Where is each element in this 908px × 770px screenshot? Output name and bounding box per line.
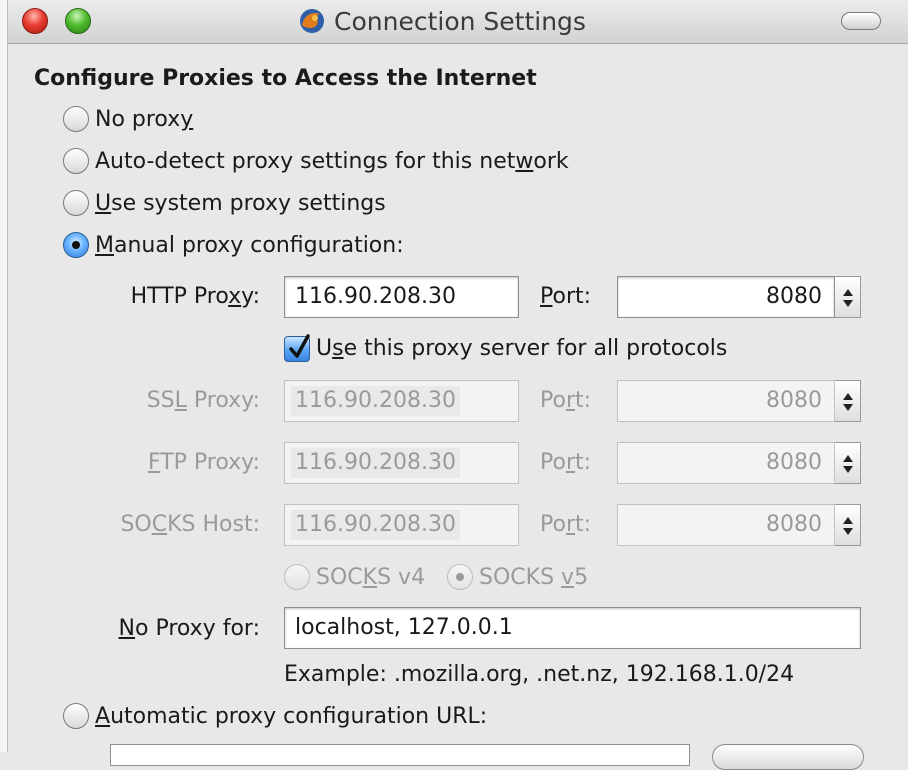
socks-port-stepper	[835, 504, 861, 546]
no-proxy-for-input[interactable]: localhost, 127.0.0.1	[284, 607, 861, 649]
ssl-port-stepper	[835, 380, 861, 422]
socks-port-input: 8080	[617, 504, 835, 546]
stepper-down-icon[interactable]	[843, 300, 853, 307]
ftp-port-label: Port:	[540, 450, 592, 475]
socks-host-label: SOCKS Host:	[120, 512, 260, 537]
ssl-port-input: 8080	[617, 380, 835, 422]
radio-label: Use system proxy settings	[95, 190, 386, 216]
stepper-up-icon	[843, 517, 853, 524]
stepper-up-icon[interactable]	[843, 289, 853, 296]
radio-label: SOCKS v4	[316, 564, 426, 590]
http-proxy-input[interactable]: 116.90.208.30	[284, 276, 519, 318]
radio-label: No proxy	[95, 106, 194, 132]
ssl-proxy-input: 116.90.208.30	[284, 380, 519, 422]
radio-manual-proxy[interactable]: Manual proxy configuration:	[63, 232, 404, 258]
http-proxy-label: HTTP Proxy:	[130, 284, 260, 309]
close-button[interactable]	[22, 8, 48, 34]
reload-button[interactable]	[712, 744, 864, 770]
radio-auto-config-url[interactable]: Automatic proxy configuration URL:	[63, 703, 487, 729]
radio-no-proxy[interactable]: No proxy	[63, 106, 193, 132]
ftp-proxy-label: FTP Proxy:	[147, 450, 260, 475]
socks-port-label: Port:	[540, 512, 592, 537]
radio-auto-detect[interactable]: Auto-detect proxy settings for this netw…	[63, 148, 569, 174]
section-heading: Configure Proxies to Access the Internet	[34, 66, 537, 91]
radio-socks-v4: SOCKS v4	[284, 564, 425, 590]
share-proxy-checkbox[interactable]	[284, 334, 310, 362]
stepper-up-icon	[843, 455, 853, 462]
http-port-input[interactable]: 8080	[617, 276, 835, 318]
radio-button-selected[interactable]	[63, 232, 89, 258]
ssl-port-label: Port:	[540, 388, 592, 413]
no-proxy-example: Example: .mozilla.org, .net.nz, 192.168.…	[284, 662, 795, 687]
radio-button[interactable]	[63, 190, 89, 216]
window-title: Connection Settings	[334, 6, 586, 36]
no-proxy-for-label: No Proxy for:	[118, 616, 260, 641]
http-port-label: Port:	[540, 284, 592, 309]
window-title-group: Connection Settings	[298, 6, 586, 36]
http-port-stepper[interactable]	[835, 276, 861, 318]
ftp-proxy-input: 116.90.208.30	[284, 442, 519, 484]
radio-button[interactable]	[63, 703, 89, 729]
radio-label: Automatic proxy configuration URL:	[95, 703, 488, 729]
radio-label: Manual proxy configuration:	[95, 232, 404, 258]
stepper-down-icon	[843, 404, 853, 411]
stepper-down-icon	[843, 466, 853, 473]
radio-button[interactable]	[63, 106, 89, 132]
radio-button[interactable]	[63, 148, 89, 174]
ftp-port-stepper	[835, 442, 861, 484]
firefox-icon	[300, 9, 324, 33]
radio-label: SOCKS v5	[479, 564, 589, 590]
stepper-down-icon	[843, 528, 853, 535]
socks-host-input: 116.90.208.30	[284, 504, 519, 546]
radio-system-proxy[interactable]: Use system proxy settings	[63, 190, 386, 216]
checkmark-icon	[289, 334, 310, 358]
stepper-up-icon	[843, 393, 853, 400]
zoom-button[interactable]	[65, 8, 91, 34]
title-bar[interactable]: Connection Settings	[8, 0, 908, 44]
ssl-proxy-label: SSL Proxy:	[146, 388, 260, 413]
ftp-port-input: 8080	[617, 442, 835, 484]
toolbar-toggle-button[interactable]	[841, 12, 881, 30]
radio-button	[284, 564, 310, 590]
background-window-edge	[0, 0, 8, 752]
radio-label: Auto-detect proxy settings for this netw…	[95, 148, 569, 174]
share-proxy-label[interactable]: Use this proxy server for all protocols	[316, 336, 727, 361]
radio-button-selected	[447, 564, 473, 590]
radio-socks-v5: SOCKS v5	[447, 564, 588, 590]
auto-config-url-input[interactable]	[110, 744, 690, 766]
